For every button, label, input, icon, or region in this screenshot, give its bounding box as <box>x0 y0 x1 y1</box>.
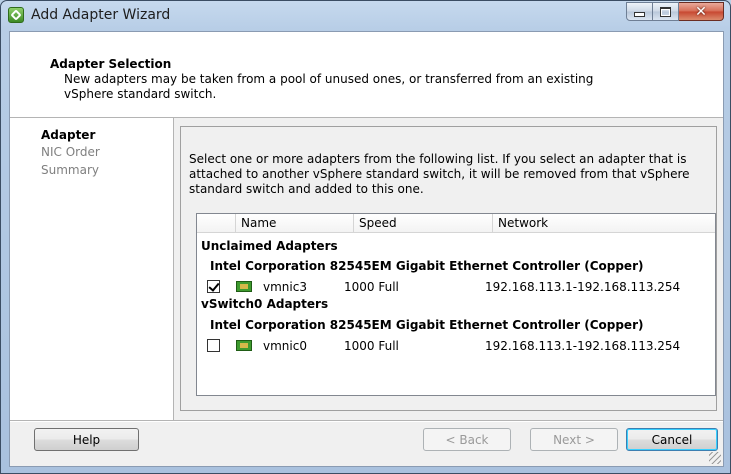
column-select[interactable] <box>197 214 235 232</box>
content-panel: Select one or more adapters from the fol… <box>180 126 717 411</box>
app-icon <box>8 7 24 23</box>
adapter-list[interactable]: Name Speed Network Unclaimed Adapters In… <box>196 213 716 396</box>
wizard-window: Add Adapter Wizard ✕ Adapter Selection N… <box>0 0 731 474</box>
footer-divider <box>10 420 723 422</box>
page-title: Adapter Selection <box>50 57 172 71</box>
back-button[interactable]: < Back <box>423 428 511 451</box>
adapter-checkbox-vmnic0[interactable] <box>207 339 220 352</box>
maximize-icon <box>660 6 671 17</box>
step-summary[interactable]: Summary <box>41 163 99 177</box>
maximize-button[interactable] <box>653 2 679 21</box>
column-network[interactable]: Network <box>492 214 715 232</box>
adapter-checkbox-vmnic3[interactable] <box>207 280 220 293</box>
caption-buttons: ✕ <box>626 2 724 22</box>
network-card-icon <box>236 281 252 292</box>
wizard-header: Adapter Selection New adapters may be ta… <box>10 32 723 118</box>
step-nic-order[interactable]: NIC Order <box>41 145 100 159</box>
help-button[interactable]: Help <box>34 428 139 451</box>
column-header: Name Speed Network <box>197 214 715 233</box>
adapter-name: vmnic3 <box>263 280 307 294</box>
close-button[interactable]: ✕ <box>679 2 724 21</box>
wizard-steps: Adapter NIC Order Summary <box>10 118 174 420</box>
column-name[interactable]: Name <box>235 214 353 232</box>
resize-grip-icon[interactable] <box>709 452 721 464</box>
group-vswitch0-adapters: vSwitch0 Adapters <box>201 297 329 311</box>
adapter-name: vmnic0 <box>263 339 307 353</box>
adapter-speed: 1000 Full <box>344 339 399 353</box>
close-icon: ✕ <box>695 3 707 20</box>
wizard-client: Adapter Selection New adapters may be ta… <box>9 31 724 467</box>
column-speed[interactable]: Speed <box>353 214 492 232</box>
adapter-network: 192.168.113.1-192.168.113.254 <box>485 280 681 294</box>
step-adapter[interactable]: Adapter <box>41 128 95 142</box>
adapter-network: 192.168.113.1-192.168.113.254 <box>485 339 681 353</box>
adapter-speed: 1000 Full <box>344 280 399 294</box>
network-card-icon <box>236 340 252 351</box>
controller-label: Intel Corporation 82545EM Gigabit Ethern… <box>210 318 644 332</box>
page-description: New adapters may be taken from a pool of… <box>64 72 594 101</box>
window-title: Add Adapter Wizard <box>31 7 171 23</box>
adapter-row-vmnic3[interactable]: vmnic3 1000 Full 192.168.113.1-192.168.1… <box>197 278 715 296</box>
group-unclaimed-adapters: Unclaimed Adapters <box>201 239 338 253</box>
controller-label: Intel Corporation 82545EM Gigabit Ethern… <box>210 259 644 273</box>
minimize-icon <box>634 12 645 17</box>
adapter-row-vmnic0[interactable]: vmnic0 1000 Full 192.168.113.1-192.168.1… <box>197 337 715 355</box>
cancel-button[interactable]: Cancel <box>626 428 718 451</box>
instructions-text: Select one or more adapters from the fol… <box>189 152 690 196</box>
minimize-button[interactable] <box>626 2 653 21</box>
next-button[interactable]: Next > <box>530 428 618 451</box>
title-bar[interactable]: Add Adapter Wizard ✕ <box>1 1 730 31</box>
